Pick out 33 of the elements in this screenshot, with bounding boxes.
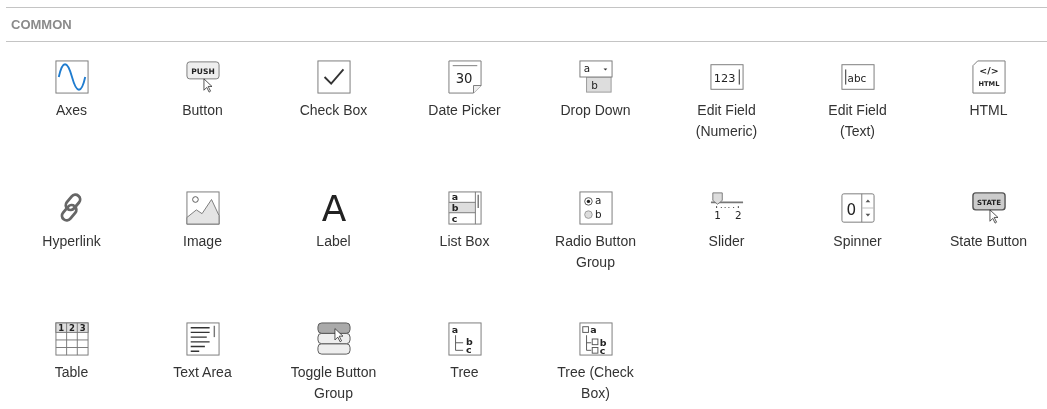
letter-icon: A — [316, 191, 351, 225]
table-icon: 1 2 3 — [54, 322, 89, 356]
calendar-page-icon: 30 — [447, 60, 482, 94]
component-button[interactable]: A Label — [268, 191, 399, 322]
component-button[interactable]: Image — [137, 191, 268, 322]
component-button[interactable]: Check Box — [268, 60, 399, 191]
spinner-icon: 0 — [840, 191, 875, 225]
component-button[interactable]: a b c List Box — [399, 191, 530, 322]
component-button[interactable]: 30 Date Picker — [399, 60, 530, 191]
component-button[interactable]: 123 Edit Field (Numeric) — [661, 60, 792, 191]
text-area-icon — [185, 322, 220, 356]
component-button[interactable]: PUSH Button — [137, 60, 268, 191]
toggle-group-icon — [316, 322, 351, 356]
component-button[interactable]: a b Drop Down — [530, 60, 661, 191]
component-button[interactable]: abc Edit Field (Text) — [792, 60, 923, 191]
radio-group-icon: a b — [578, 191, 613, 225]
component-button[interactable]: Axes — [6, 60, 137, 191]
component-button[interactable]: a b c Tree — [399, 322, 530, 409]
component-button[interactable]: a b Radio Button Group — [530, 191, 661, 322]
component-button[interactable]: 0 Spinner — [792, 191, 923, 322]
sine-plot-icon — [54, 60, 89, 94]
component-button[interactable]: Hyperlink — [6, 191, 137, 322]
component-button[interactable]: Text Area — [137, 322, 268, 409]
component-button[interactable]: 1 2 Slider — [661, 191, 792, 322]
component-button[interactable]: 1 2 3 Table — [6, 322, 137, 409]
component-button[interactable]: Toggle Button Group — [268, 322, 399, 409]
image-icon — [185, 191, 220, 225]
tree-icon: a b c — [447, 322, 482, 356]
checkbox-icon — [316, 60, 351, 94]
section-header: COMMON — [11, 15, 72, 34]
checkbox-tree-icon: a b c — [578, 322, 613, 356]
component-button[interactable]: a b c Tree (Check Box) — [530, 322, 661, 409]
list-box-icon: a b c — [447, 191, 482, 225]
